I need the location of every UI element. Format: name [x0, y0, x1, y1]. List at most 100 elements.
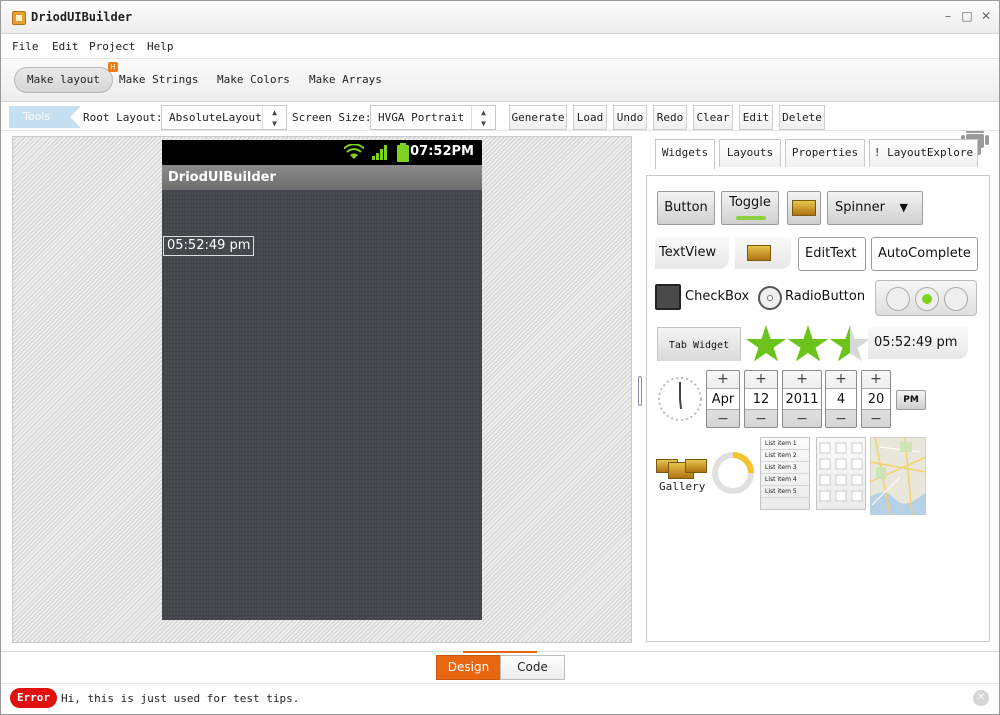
list-item[interactable]: List item 5	[761, 486, 809, 498]
radio-option-icon[interactable]	[886, 287, 910, 311]
tab-properties[interactable]: Properties	[785, 139, 865, 167]
radio-option-selected-icon[interactable]	[915, 287, 939, 311]
gallery-image-icon	[685, 459, 707, 473]
digital-clock-widget[interactable]: 05:52:49 pm	[868, 327, 968, 359]
tab-make-colors[interactable]: Make Colors	[205, 67, 302, 93]
increment-button[interactable]: +	[783, 371, 821, 387]
generate-button[interactable]: Generate	[509, 105, 567, 130]
exclamation-icon: !	[873, 146, 881, 159]
imageview-widget[interactable]	[735, 237, 791, 269]
time-hour-picker[interactable]: + 4 −	[825, 370, 857, 428]
list-item[interactable]: List item 3	[761, 462, 809, 474]
decrement-button[interactable]: −	[826, 411, 856, 427]
image-icon	[747, 245, 771, 261]
image-icon	[792, 200, 816, 216]
tab-widgets[interactable]: Widgets	[655, 139, 715, 169]
date-year-picker[interactable]: + 2011 −	[782, 370, 822, 428]
minimize-icon[interactable]: –	[941, 9, 955, 23]
increment-button[interactable]: +	[826, 371, 856, 387]
picker-value: 20	[862, 388, 890, 410]
maximize-icon[interactable]: □	[960, 9, 974, 23]
tab-make-arrays[interactable]: Make Arrays	[297, 67, 394, 93]
edit-button[interactable]: Edit	[739, 105, 773, 130]
phone-textview[interactable]: 05:52:49 pm	[163, 236, 255, 256]
picker-value: 2011	[783, 388, 821, 410]
ampm-button[interactable]: PM	[896, 390, 926, 410]
tab-make-layout[interactable]: Make layout H	[14, 62, 118, 93]
time-minute-picker[interactable]: + 20 −	[861, 370, 891, 428]
close-icon[interactable]: ✕	[979, 9, 993, 23]
menu-project[interactable]: Project	[89, 40, 135, 53]
load-button[interactable]: Load	[573, 105, 607, 130]
menu-edit[interactable]: Edit	[52, 40, 79, 53]
window-title: DriodUIBuilder	[31, 10, 133, 24]
tab-layout-explore[interactable]: ! LayoutExplore	[869, 139, 978, 167]
screen-size-select[interactable]: HVGA Portrait ▲ ▼	[370, 105, 496, 130]
select-arrows-icon: ▲ ▼	[471, 106, 495, 129]
radio-icon[interactable]	[758, 286, 782, 310]
checkbox-icon[interactable]	[655, 284, 681, 310]
mapview-icon[interactable]	[870, 437, 926, 515]
tools-bar: Tools Root Layout: AbsoluteLayout ▲ ▼ Scr…	[1, 103, 999, 131]
decrement-button[interactable]: −	[745, 411, 777, 427]
imagebutton-widget[interactable]	[787, 191, 821, 225]
decrement-button[interactable]: −	[862, 411, 890, 427]
radiogroup-widget[interactable]	[875, 280, 977, 316]
analog-clock-icon[interactable]	[657, 376, 703, 422]
list-item[interactable]: List item 1	[761, 438, 809, 450]
menu-file[interactable]: File	[12, 40, 39, 53]
list-item[interactable]: List item 2	[761, 450, 809, 462]
autocomplete-widget[interactable]: AutoComplete	[871, 237, 978, 271]
edittext-widget[interactable]: EditText	[798, 237, 866, 271]
radiobutton-label: RadioButton	[785, 289, 866, 304]
panel-splitter[interactable]	[638, 376, 642, 406]
menu-help[interactable]: Help	[147, 40, 174, 53]
code-tab[interactable]: Code	[500, 655, 565, 680]
spinner-label: Spinner	[835, 200, 885, 215]
date-month-picker[interactable]: + Apr −	[706, 370, 740, 428]
tab-widget[interactable]: Tab Widget	[657, 327, 741, 361]
tab-make-strings[interactable]: Make Strings	[107, 67, 210, 93]
delete-button[interactable]: Delete	[779, 105, 825, 130]
checkbox-label: CheckBox	[685, 289, 750, 304]
root-layout-select[interactable]: AbsoluteLayout ▲ ▼	[161, 105, 287, 130]
tools-label: Tools	[9, 106, 81, 128]
phone-preview[interactable]: 07:52PM DriodUIBuilder 05:52:49 pm	[162, 140, 482, 620]
toggle-indicator	[736, 216, 766, 220]
tab-layouts[interactable]: Layouts	[719, 139, 781, 167]
status-message: Hi, this is just used for test tips.	[61, 692, 300, 705]
gridview-widget[interactable]	[816, 437, 866, 510]
button-widget[interactable]: Button	[657, 191, 715, 225]
increment-button[interactable]: +	[745, 371, 777, 387]
spinner-widget[interactable]: Spinner ▼	[827, 191, 923, 225]
picker-value: 4	[826, 388, 856, 410]
tab-layout-explore-label: LayoutExplore	[887, 146, 974, 159]
radio-option-icon[interactable]	[944, 287, 968, 311]
gallery-label[interactable]: Gallery	[659, 480, 705, 493]
picker-value: Apr	[707, 388, 739, 410]
view-switcher-bar: Design Code	[1, 651, 999, 683]
collapse-handle[interactable]	[463, 651, 537, 653]
redo-button[interactable]: Redo	[653, 105, 687, 130]
date-day-picker[interactable]: + 12 −	[744, 370, 778, 428]
phone-clock: 07:52PM	[410, 144, 474, 159]
wifi-icon	[344, 144, 364, 159]
toggle-label: Toggle	[729, 195, 771, 210]
toggle-widget[interactable]: Toggle	[721, 191, 779, 225]
screen-size-label: Screen Size:	[292, 111, 372, 124]
increment-button[interactable]: +	[862, 371, 890, 387]
grid-icon	[819, 442, 863, 502]
undo-button[interactable]: Undo	[613, 105, 647, 130]
design-tab[interactable]: Design	[436, 655, 501, 680]
textview-widget[interactable]: TextView	[655, 237, 729, 269]
decrement-button[interactable]: −	[707, 411, 739, 427]
clear-button[interactable]: Clear	[693, 105, 733, 130]
listview-widget[interactable]: List item 1 List item 2 List item 3 List…	[760, 437, 810, 510]
status-bar: Error Hi, this is just used for test tip…	[1, 683, 999, 714]
close-tip-icon[interactable]: ✕	[973, 690, 989, 706]
decrement-button[interactable]: −	[783, 411, 821, 427]
root-layout-value: AbsoluteLayout	[169, 111, 262, 124]
list-item[interactable]: List item 4	[761, 474, 809, 486]
tab-make-layout-label: Make layout	[27, 73, 100, 86]
increment-button[interactable]: +	[707, 371, 739, 387]
